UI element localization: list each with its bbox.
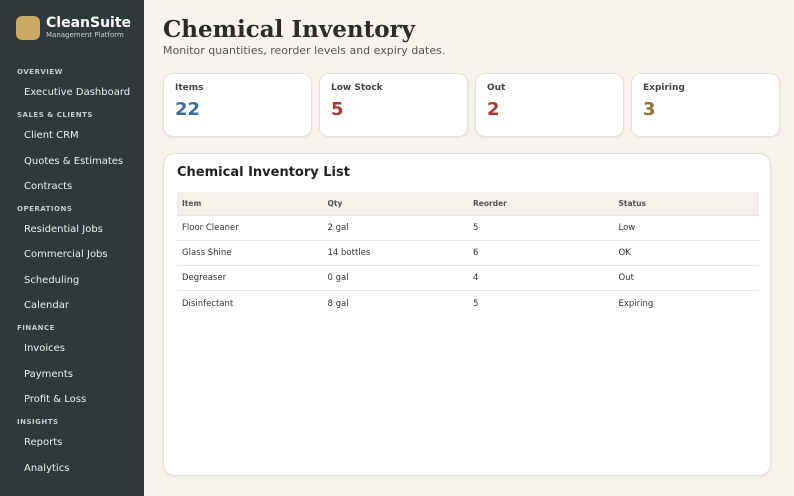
sidebar-item-reports[interactable]: Reports (0, 430, 144, 455)
sidebar-item-quotes-estimates[interactable]: Quotes & Estimates (0, 149, 144, 174)
inventory-table: Item Qty Reorder Status Floor Cleaner 2 … (177, 192, 759, 316)
cell-item: Floor Cleaner (177, 214, 323, 241)
cell-reorder: 4 (468, 265, 614, 292)
sidebar-item-contracts[interactable]: Contracts (0, 174, 144, 199)
nav-section-label: OVERVIEW (17, 68, 63, 76)
nav-section-operations: OPERATIONS Residential Jobs Commercial J… (0, 201, 144, 318)
stat-label: Items (175, 83, 204, 93)
stat-value: 5 (331, 99, 344, 120)
cell-item: Degreaser (177, 265, 323, 292)
sidebar-item-profit-loss[interactable]: Profit & Loss (0, 387, 144, 412)
nav-section-overview: OVERVIEW Executive Dashboard (0, 64, 144, 105)
cell-reorder: 5 (468, 214, 614, 241)
stat-value: 22 (175, 99, 201, 120)
brand-subtitle: Management Platform (46, 31, 124, 39)
column-header-item[interactable]: Item (177, 192, 323, 215)
sidebar-nav: OVERVIEW Executive Dashboard SALES & CLI… (0, 62, 144, 481)
cell-item: Glass Shine (177, 240, 323, 267)
sidebar-item-invoices[interactable]: Invoices (0, 336, 144, 361)
stat-value: 3 (643, 99, 656, 120)
nav-section-sales-clients: SALES & CLIENTS Client CRM Quotes & Esti… (0, 107, 144, 199)
column-header-reorder[interactable]: Reorder (468, 192, 614, 215)
nav-section-label: INSIGHTS (17, 418, 59, 427)
stats-row: Items 22 Low Stock 5 Out 2 Expiring 3 (163, 73, 780, 137)
cell-reorder: 5 (473, 298, 479, 309)
stat-label: Low Stock (331, 83, 383, 93)
table-row[interactable]: Disinfectant 8 gal 5 Expiring (177, 291, 759, 316)
cell-status: OK (613, 240, 759, 267)
nav-section-insights: INSIGHTS Reports Analytics (0, 414, 144, 481)
brand[interactable]: CleanSuite Management Platform (16, 15, 131, 40)
nav-section-finance: FINANCE Invoices Payments Profit & Loss (0, 320, 144, 412)
sidebar-item-calendar[interactable]: Calendar (0, 293, 144, 318)
nav-section-label: FINANCE (17, 324, 55, 333)
table-row[interactable]: Glass Shine 14 bottles 6 OK (177, 240, 759, 267)
inventory-card: Chemical Inventory List Item Qty Reorder… (163, 153, 771, 476)
page-title: Chemical Inventory (163, 16, 416, 43)
brand-logo-icon (16, 15, 40, 40)
cell-status: Expiring (618, 298, 654, 309)
sidebar-item-client-crm[interactable]: Client CRM (0, 123, 144, 148)
cell-item: Disinfectant (182, 298, 234, 309)
cell-qty: 0 gal (322, 265, 468, 292)
nav-section-label: SALES & CLIENTS (17, 111, 93, 120)
cell-qty: 2 gal (322, 214, 468, 241)
table-row[interactable]: Degreaser 0 gal 4 Out (177, 265, 759, 292)
stat-card-low-stock: Low Stock 5 (319, 73, 468, 137)
stat-card-items: Items 22 (163, 73, 312, 137)
stat-label: Expiring (643, 83, 685, 93)
inventory-title: Chemical Inventory List (177, 165, 350, 180)
column-header-qty[interactable]: Qty (322, 192, 468, 215)
table-row[interactable]: Floor Cleaner 2 gal 5 Low (177, 214, 759, 241)
stat-value: 2 (487, 99, 500, 120)
brand-name: CleanSuite (46, 15, 132, 31)
sidebar-item-payments[interactable]: Payments (0, 362, 144, 387)
stat-card-out: Out 2 (475, 73, 624, 137)
sidebar-item-analytics[interactable]: Analytics (0, 456, 144, 481)
nav-section-label: OPERATIONS (17, 205, 73, 214)
cell-status: Low (613, 214, 759, 241)
sidebar: CleanSuite Management Platform OVERVIEW … (0, 0, 144, 496)
stat-card-expiring: Expiring 3 (631, 73, 780, 137)
cell-qty: 8 gal (327, 298, 349, 309)
stat-label: Out (487, 83, 506, 93)
cell-reorder: 6 (468, 240, 614, 267)
sidebar-item-executive-dashboard[interactable]: Executive Dashboard (0, 80, 144, 105)
cell-qty: 14 bottles (322, 240, 468, 267)
table-header-row: Item Qty Reorder Status (177, 192, 759, 215)
column-header-status[interactable]: Status (613, 192, 759, 215)
sidebar-item-scheduling[interactable]: Scheduling (0, 268, 144, 293)
page-subtitle: Monitor quantities, reorder levels and e… (163, 44, 446, 57)
sidebar-item-commercial-jobs[interactable]: Commercial Jobs (0, 242, 144, 267)
cell-status: Out (613, 265, 759, 292)
sidebar-item-residential-jobs[interactable]: Residential Jobs (0, 217, 144, 242)
